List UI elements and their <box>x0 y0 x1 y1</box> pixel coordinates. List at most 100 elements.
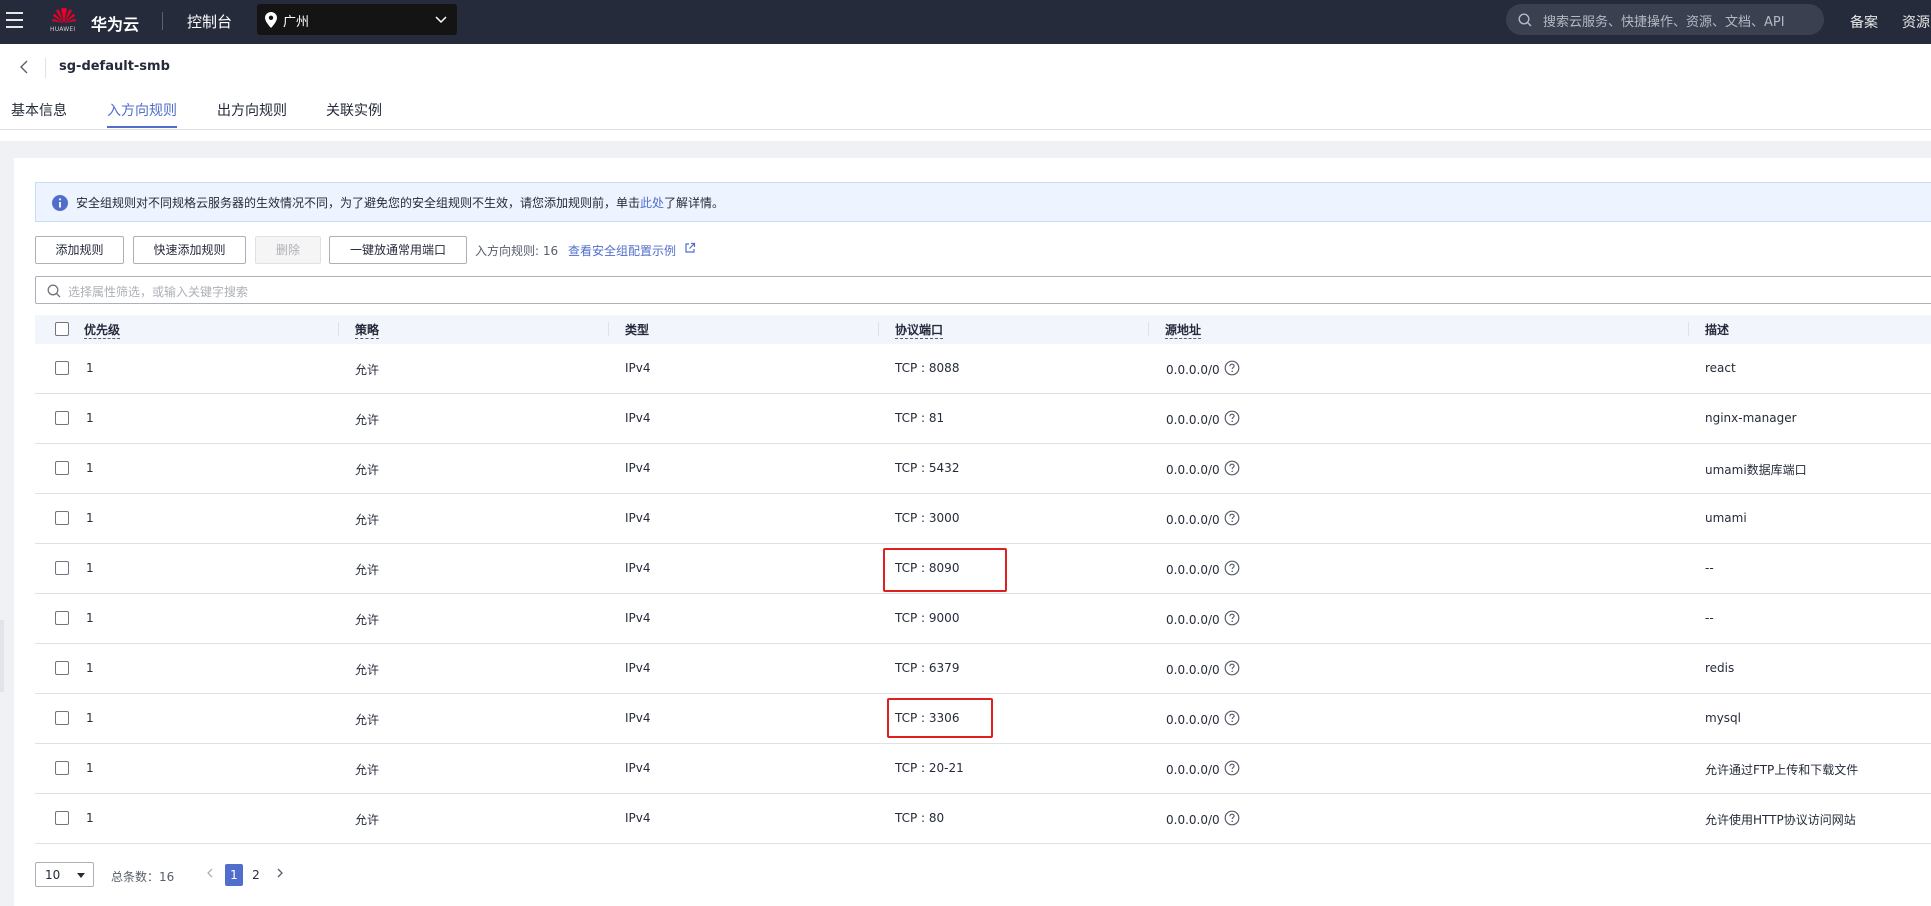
cell-description: 允许通过FTP上传和下载文件 <box>1705 763 1859 777</box>
region-selector[interactable]: 广州 <box>257 4 457 35</box>
cell-port: TCP : 81 <box>895 411 945 425</box>
cell-policy: 允许 <box>355 613 380 627</box>
cell-priority: 1 <box>86 461 94 475</box>
page-size-select[interactable]: 10 <box>35 862 94 887</box>
column-header-type-label: 类型 <box>625 323 650 337</box>
hamburger-menu-icon[interactable] <box>6 12 23 28</box>
column-header-policy[interactable]: 策略 <box>355 321 380 339</box>
table-row[interactable]: 1 允许 IPv4 TCP : 81 0.0.0.0/0 nginx-manag… <box>35 394 1931 444</box>
row-checkbox[interactable] <box>55 711 69 725</box>
cell-port: TCP : 80 <box>895 811 945 825</box>
help-circle-icon[interactable] <box>1224 460 1240 476</box>
cell-priority: 1 <box>86 411 94 425</box>
page-title: sg-default-smb <box>59 59 170 74</box>
cell-policy: 允许 <box>355 763 380 777</box>
region-name: 广州 <box>283 15 310 30</box>
cell-policy: 允许 <box>355 463 380 477</box>
page-2-button[interactable]: 2 <box>247 864 265 886</box>
table-row[interactable]: 1 允许 IPv4 TCP : 9000 0.0.0.0/0 -- <box>35 594 1931 644</box>
column-separator <box>1688 322 1689 336</box>
tab-associated-instances[interactable]: 关联实例 <box>326 100 382 120</box>
table-row[interactable]: 1 允许 IPv4 TCP : 80 0.0.0.0/0 允许使用HTTP协议访… <box>35 794 1931 844</box>
help-circle-icon[interactable] <box>1224 810 1240 826</box>
row-checkbox[interactable] <box>55 661 69 675</box>
cell-description: -- <box>1705 561 1714 575</box>
quick-add-rule-button[interactable]: 快速添加规则 <box>133 236 246 264</box>
global-search-input[interactable]: 搜索云服务、快捷操作、资源、文档、API <box>1506 4 1824 35</box>
row-checkbox[interactable] <box>55 511 69 525</box>
left-gutter <box>0 158 14 906</box>
cell-source: 0.0.0.0/0 <box>1166 613 1220 627</box>
cell-description: umami <box>1705 511 1747 525</box>
caret-down-icon <box>77 873 85 878</box>
table-row[interactable]: 1 允许 IPv4 TCP : 20-21 0.0.0.0/0 允许通过FTP上… <box>35 744 1931 794</box>
filter-search-input[interactable]: 选择属性筛选，或输入关键字搜索 <box>35 276 1931 304</box>
cell-priority: 1 <box>86 661 94 675</box>
add-rule-button[interactable]: 添加规则 <box>35 236 124 264</box>
highlight-box <box>887 698 993 738</box>
help-circle-icon[interactable] <box>1224 760 1240 776</box>
resources-link[interactable]: 资源 <box>1902 12 1930 32</box>
prev-page-icon[interactable] <box>204 866 216 880</box>
brand-name[interactable]: 华为云 <box>91 11 139 35</box>
help-circle-icon[interactable] <box>1224 410 1240 426</box>
cell-source: 0.0.0.0/0 <box>1166 563 1220 577</box>
global-search-placeholder: 搜索云服务、快捷操作、资源、文档、API <box>1543 15 1785 30</box>
table-row[interactable]: 1 允许 IPv4 TCP : 6379 0.0.0.0/0 redis <box>35 644 1931 694</box>
table-row[interactable]: 1 允许 IPv4 TCP : 5432 0.0.0.0/0 umami数据库端… <box>35 444 1931 494</box>
select-all-checkbox[interactable] <box>55 322 69 336</box>
row-checkbox[interactable] <box>55 561 69 575</box>
help-circle-icon[interactable] <box>1224 660 1240 676</box>
delete-button[interactable]: 删除 <box>255 236 321 264</box>
table-row[interactable]: 1 允许 IPv4 TCP : 3000 0.0.0.0/0 umami <box>35 494 1931 544</box>
cell-type: IPv4 <box>625 611 651 625</box>
logo-wordmark: HUAWEI <box>50 26 76 33</box>
row-checkbox[interactable] <box>55 461 69 475</box>
help-circle-icon[interactable] <box>1224 710 1240 726</box>
row-checkbox[interactable] <box>55 811 69 825</box>
row-checkbox[interactable] <box>55 761 69 775</box>
cell-description: redis <box>1705 661 1735 675</box>
active-tab-indicator <box>107 126 177 128</box>
tab-outbound-rules[interactable]: 出方向规则 <box>217 100 287 120</box>
row-checkbox[interactable] <box>55 411 69 425</box>
next-page-icon[interactable] <box>274 866 286 880</box>
cell-policy: 允许 <box>355 713 380 727</box>
cell-source: 0.0.0.0/0 <box>1166 363 1220 377</box>
console-link[interactable]: 控制台 <box>187 11 232 32</box>
external-link-icon[interactable] <box>684 242 696 254</box>
table-row[interactable]: 1 允许 IPv4 TCP : 8088 0.0.0.0/0 react <box>35 344 1931 394</box>
sidebar-collapse-handle[interactable] <box>0 620 4 692</box>
back-arrow-icon[interactable] <box>17 58 33 76</box>
table-row[interactable]: 1 允许 IPv4 TCP : 3306 0.0.0.0/0 mysql <box>35 694 1931 744</box>
info-notice: 安全组规则对不同规格云服务器的生效情况不同，为了避免您的安全组规则不生效，请您添… <box>35 182 1931 222</box>
cell-type: IPv4 <box>625 461 651 475</box>
column-header-source[interactable]: 源地址 <box>1165 321 1202 339</box>
cell-port: TCP : 5432 <box>895 461 960 475</box>
tab-bar: 基本信息 入方向规则 出方向规则 关联实例 <box>0 96 1931 130</box>
top-navigation-bar: HUAWEI 华为云 控制台 广州 搜索云服务、快捷操作、资源、文档、API 备… <box>0 0 1931 44</box>
help-circle-icon[interactable] <box>1224 360 1240 376</box>
tab-basic-info[interactable]: 基本信息 <box>11 100 67 120</box>
filing-link[interactable]: 备案 <box>1850 12 1878 32</box>
column-header-port[interactable]: 协议端口 <box>895 321 944 339</box>
help-circle-icon[interactable] <box>1224 610 1240 626</box>
column-header-priority[interactable]: 优先级 <box>84 321 121 339</box>
page-1-button[interactable]: 1 <box>225 864 243 886</box>
search-icon <box>47 284 61 298</box>
config-example-link[interactable]: 查看安全组配置示例 <box>568 242 676 259</box>
search-icon <box>1518 13 1532 27</box>
cell-type: IPv4 <box>625 661 651 675</box>
cell-type: IPv4 <box>625 761 651 775</box>
total-count: 总条数：16 <box>111 870 175 884</box>
help-circle-icon[interactable] <box>1224 560 1240 576</box>
row-checkbox[interactable] <box>55 611 69 625</box>
tab-inbound-rules[interactable]: 入方向规则 <box>107 100 177 120</box>
notice-details-link[interactable]: 此处 <box>640 196 664 210</box>
open-common-ports-button[interactable]: 一键放通常用端口 <box>329 236 467 264</box>
help-circle-icon[interactable] <box>1224 510 1240 526</box>
table-row[interactable]: 1 允许 IPv4 TCP : 8090 0.0.0.0/0 -- <box>35 544 1931 594</box>
cell-port: TCP : 9000 <box>895 611 960 625</box>
row-checkbox[interactable] <box>55 361 69 375</box>
cell-type: IPv4 <box>625 361 651 375</box>
